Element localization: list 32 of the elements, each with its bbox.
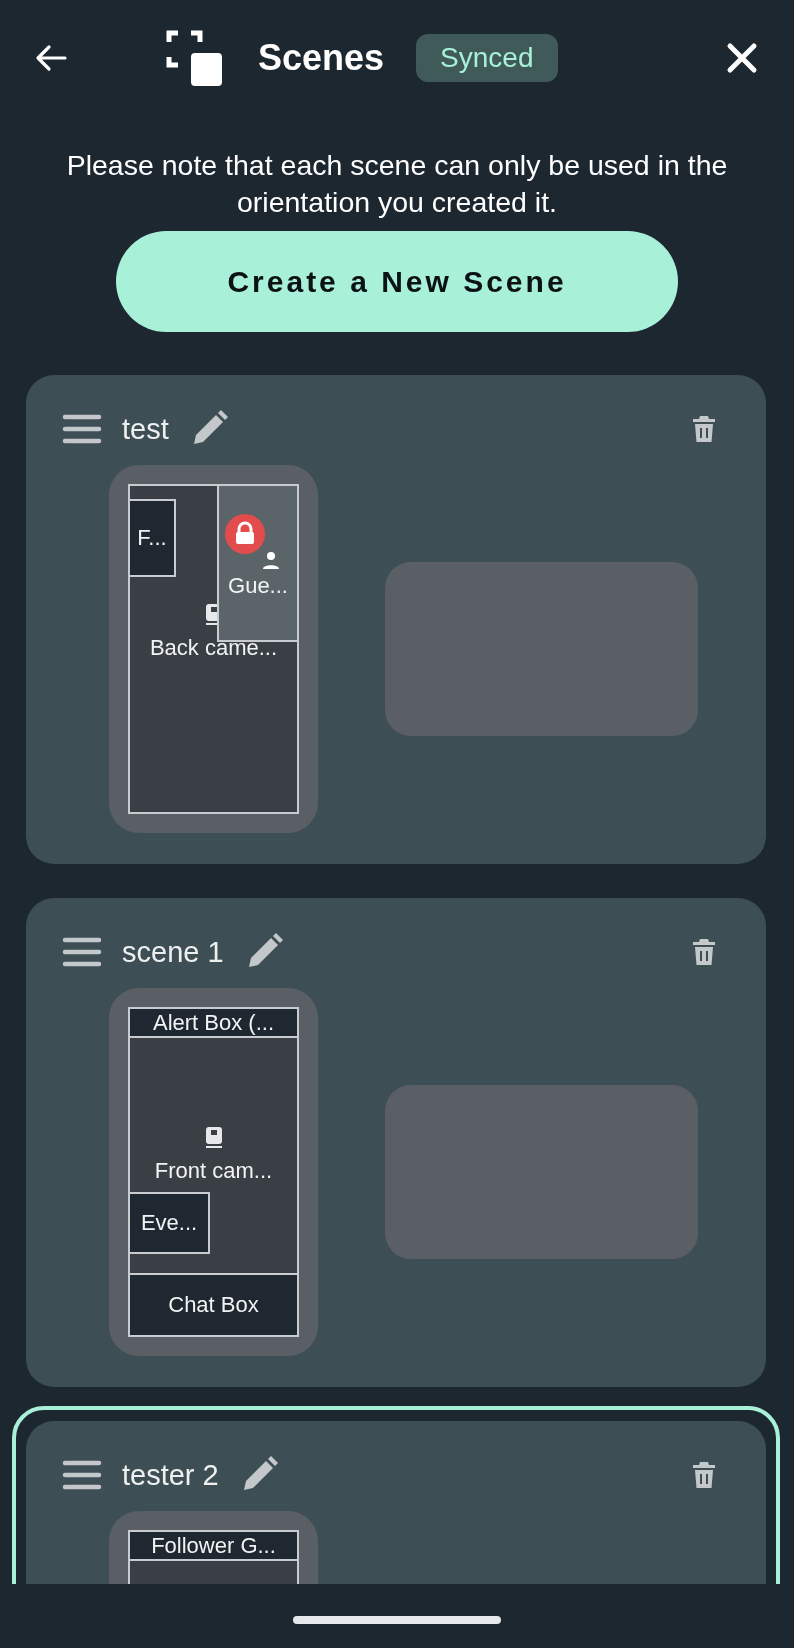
back-arrow-icon[interactable] — [34, 43, 68, 72]
scene-name: tester 2 — [122, 1458, 219, 1492]
orientation-note: Please note that each scene can only be used in the orientation you created it. — [65, 148, 729, 220]
trash-icon[interactable] — [692, 938, 716, 966]
layer-label: Follower G... — [151, 1532, 276, 1559]
drag-handle-icon[interactable] — [62, 413, 102, 445]
scene-preview[interactable]: Follower G... — [109, 1511, 318, 1584]
layer-label: Alert Box (... — [152, 1009, 274, 1036]
close-icon[interactable] — [726, 41, 758, 74]
scene-name: scene 1 — [122, 935, 224, 969]
scene-preview[interactable]: Alert Box (... Front cam... Eve... Chat Box — [109, 988, 318, 1356]
screen-title: Scenes — [258, 36, 385, 79]
person-icon — [262, 551, 280, 569]
drag-handle-icon[interactable] — [62, 936, 102, 968]
lock-icon — [225, 514, 265, 554]
scene-card[interactable]: tester 2 Follower G... — [26, 1421, 766, 1584]
create-scene-button[interactable]: Create a New Scene — [116, 231, 678, 332]
scene-name: test — [122, 412, 169, 446]
sync-status-badge: Synced — [416, 33, 558, 82]
drag-handle-icon[interactable] — [62, 1459, 102, 1491]
scene-card[interactable]: test F... Gue... Back came... — [26, 375, 766, 864]
layer-label: Back came... — [149, 635, 278, 661]
layer-label: Chat Box — [168, 1292, 259, 1318]
trash-icon[interactable] — [692, 1461, 716, 1489]
layer-label: Eve... — [140, 1210, 198, 1236]
layer-label: F... — [137, 525, 167, 551]
camera-source-icon — [204, 1126, 223, 1150]
scene-card[interactable]: scene 1 Alert Box (... Front cam... Eve... Chat Box — [26, 898, 766, 1387]
layer-label: Gue... — [228, 573, 288, 599]
trash-icon[interactable] — [692, 415, 716, 443]
layer-label: Front cam... — [154, 1158, 273, 1184]
scene-preview[interactable]: F... Gue... Back came... — [109, 465, 318, 833]
